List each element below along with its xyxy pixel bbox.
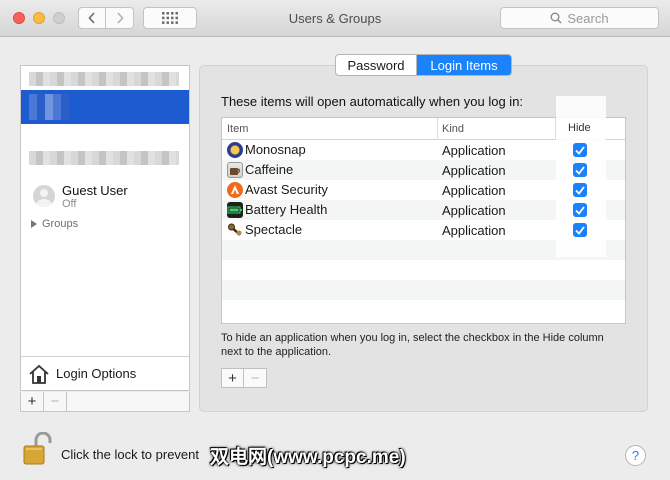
avast-icon [227, 182, 243, 198]
item-name: Spectacle [245, 222, 303, 237]
guest-user-name: Guest User [62, 183, 128, 198]
login-items-help-text: To hide an application when you log in, … [221, 332, 604, 358]
tab-password[interactable]: Password [336, 55, 417, 75]
login-items-intro: These items will open automatically when… [221, 94, 524, 109]
empty-row [222, 280, 625, 300]
title-bar: Users & Groups Search [0, 0, 670, 37]
battery-health-icon [227, 202, 243, 218]
user-avatar-icon [33, 185, 55, 207]
lock-button[interactable] [22, 431, 52, 466]
users-sidebar: Guest User Off Groups Login Options [20, 65, 190, 391]
hide-checkbox-highlighted[interactable] [573, 203, 587, 217]
redacted-user-row[interactable] [29, 72, 179, 86]
item-kind: Application [442, 203, 506, 218]
guest-user-row[interactable]: Guest User Off [33, 183, 183, 213]
empty-row [222, 300, 625, 320]
item-kind: Application [442, 163, 506, 178]
add-login-item-button[interactable]: + [222, 369, 244, 387]
item-name: Caffeine [245, 162, 294, 177]
tab-bar: Password Login Items [335, 54, 512, 76]
column-divider [437, 118, 438, 140]
item-name: Avast Security [245, 182, 328, 197]
checkmark-icon [575, 165, 585, 175]
guest-user-status: Off [62, 198, 77, 210]
item-kind: Application [442, 223, 506, 238]
search-input[interactable]: Search [500, 7, 659, 29]
checkmark-icon [575, 225, 585, 235]
monosnap-icon [227, 142, 243, 158]
spectacle-icon [227, 222, 243, 238]
hide-checkbox-highlighted[interactable] [573, 163, 587, 177]
watermark: 双电网(www.pcpc.me) [210, 447, 406, 468]
column-header-kind[interactable]: Kind [442, 123, 464, 135]
search-icon [550, 12, 562, 24]
login-options-row[interactable]: Login Options [21, 356, 189, 390]
help-button[interactable]: ? [625, 445, 646, 466]
redacted-avatar [29, 94, 69, 120]
item-name: Monosnap [245, 142, 306, 157]
house-icon [29, 364, 49, 384]
item-kind: Application [442, 183, 506, 198]
disclosure-triangle-icon [31, 220, 37, 228]
tab-login-items[interactable]: Login Items [417, 55, 511, 75]
login-items-button-bar: + − [221, 368, 267, 388]
item-name: Battery Health [245, 202, 328, 217]
checkmark-icon [575, 185, 585, 195]
redacted-user-row[interactable] [29, 151, 179, 165]
remove-login-item-button[interactable]: − [244, 369, 266, 387]
caffeine-icon [227, 162, 243, 178]
checkmark-icon [575, 205, 585, 215]
groups-label: Groups [42, 218, 79, 230]
add-user-button[interactable]: + [21, 392, 44, 411]
remove-user-button[interactable]: − [44, 392, 67, 411]
column-header-item[interactable]: Item [227, 123, 248, 135]
checkmark-icon [575, 145, 585, 155]
hide-checkbox-highlighted[interactable] [573, 143, 587, 157]
selected-user-row[interactable] [21, 90, 189, 124]
login-options-label: Login Options [56, 366, 137, 381]
hide-checkbox-highlighted[interactable] [573, 183, 587, 197]
item-kind: Application [442, 143, 506, 158]
lock-message: Click the lock to prevent [61, 447, 200, 462]
column-header-hide[interactable]: Hide [568, 122, 591, 134]
search-placeholder: Search [567, 10, 609, 26]
hide-checkbox-highlighted[interactable] [573, 223, 587, 237]
empty-row [222, 260, 625, 280]
unlocked-padlock-icon [23, 431, 52, 465]
sidebar-button-bar: + − [20, 392, 190, 412]
groups-disclosure[interactable]: Groups [31, 218, 78, 230]
